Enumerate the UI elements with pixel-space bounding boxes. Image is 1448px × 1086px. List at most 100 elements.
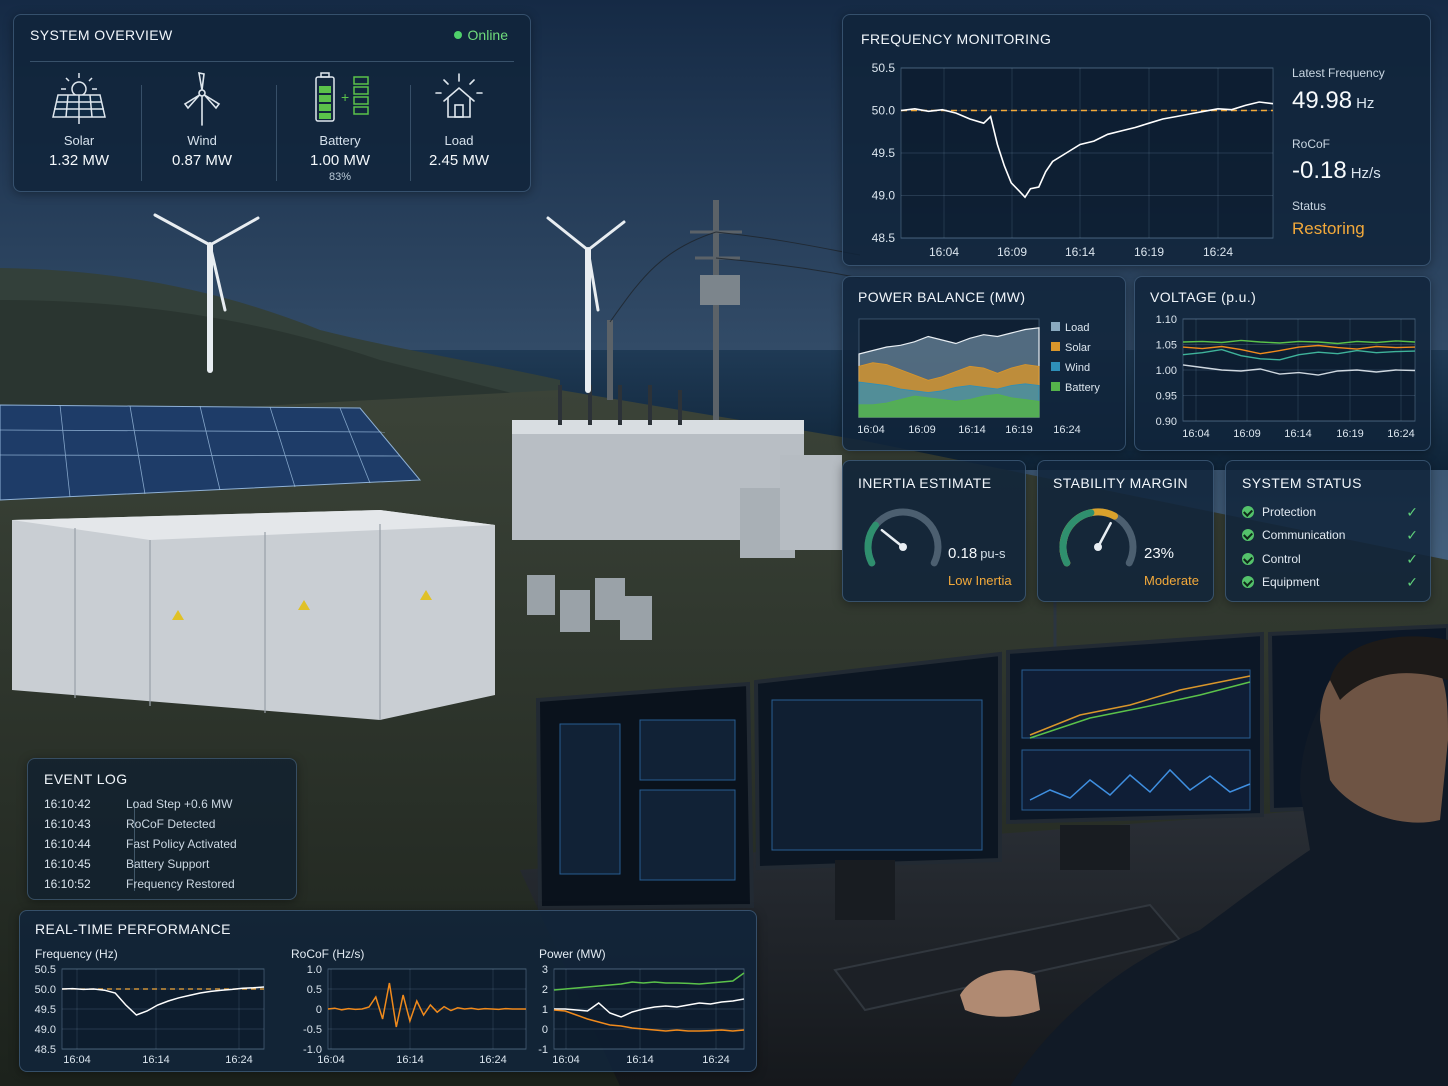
- check-circle-icon: [1242, 506, 1254, 518]
- wind-label: Wind: [187, 133, 217, 148]
- inertia-number: 0.18: [948, 545, 978, 562]
- legend-label-solar: Solar: [1065, 342, 1091, 354]
- legend-swatch: [1051, 342, 1060, 351]
- y-tick-label: 1.10: [1156, 314, 1177, 326]
- stability-title: STABILITY MARGIN: [1053, 475, 1189, 491]
- event-time: 16:10:44: [44, 837, 91, 851]
- y-tick-label: 50.5: [35, 964, 56, 976]
- legend-swatch: [1051, 382, 1060, 391]
- event-text: RoCoF Detected: [126, 817, 216, 831]
- rt-power-title: Power (MW): [539, 947, 606, 961]
- inertia-title: INERTIA ESTIMATE: [858, 475, 992, 491]
- y-tick-label: 0: [542, 1024, 548, 1036]
- event-row[interactable]: 16:10:52 Frequency Restored: [44, 877, 284, 895]
- status-row-control[interactable]: Control ✓: [1242, 551, 1418, 570]
- y-tick-label: 0.5: [307, 984, 322, 996]
- latest-frequency-unit: Hz: [1356, 95, 1375, 112]
- battery-value: 1.00 MW: [309, 152, 370, 169]
- status-item-label: Equipment: [1262, 575, 1320, 589]
- wind-value: 0.87 MW: [171, 152, 232, 169]
- y-tick-label: 1.05: [1156, 340, 1177, 352]
- x-tick-label: 16:14: [1284, 428, 1312, 440]
- power-balance-panel: POWER BALANCE (MW) 16:04 16:09 16:14 16:19 1…: [842, 276, 1126, 451]
- frequency-monitoring-panel: FREQUENCY MONITORING 48.5 49.0 49.5 50.0 50.…: [842, 14, 1431, 266]
- source-load[interactable]: Load 2.45 MW: [395, 69, 523, 189]
- x-tick-label: 16:14: [626, 1054, 654, 1066]
- stability-gauge-hub: [1094, 543, 1102, 551]
- rt-rocof-chart[interactable]: 1.00.50-0.5-1.016:04 16:14 16:24: [278, 961, 528, 1071]
- realtime-title: REAL-TIME PERFORMANCE: [35, 921, 231, 937]
- battery-label: Battery: [319, 133, 361, 148]
- status-item-label: Communication: [1262, 528, 1346, 542]
- legend-label-battery: Battery: [1065, 382, 1100, 394]
- inertia-gauge-hub: [899, 543, 907, 551]
- solar-value: 1.32 MW: [48, 152, 109, 169]
- house-load-icon: [435, 73, 483, 118]
- x-tick-label: 16:04: [857, 424, 885, 436]
- checkmark-icon: ✓: [1406, 527, 1418, 543]
- status-value: Restoring: [1292, 219, 1365, 238]
- source-battery[interactable]: + Battery 1.00 MW 83%: [276, 69, 404, 189]
- rt-power-chart[interactable]: 3 2 1 0 -1 16:04 16:14 16:24: [526, 961, 746, 1071]
- status-item-label: Protection: [1262, 505, 1317, 519]
- event-log-panel: EVENT LOG 16:10:42 Load Step +0.6 MW 16:1…: [27, 758, 297, 900]
- realtime-performance-panel: REAL-TIME PERFORMANCE Frequency (Hz) RoC…: [19, 910, 757, 1072]
- frequency-chart[interactable]: 48.5 49.0 49.5 50.0 50.5 16:04 16:09 16:14 16:19…: [853, 55, 1293, 265]
- x-tick-label: 16:14: [958, 424, 986, 436]
- status-row-equipment[interactable]: Equipment ✓: [1242, 574, 1418, 593]
- event-row[interactable]: 16:10:43 RoCoF Detected: [44, 817, 284, 835]
- y-tick-label: 3: [542, 964, 548, 976]
- checkmark-icon: ✓: [1406, 574, 1418, 590]
- event-text: Frequency Restored: [126, 877, 235, 891]
- system-status-panel: SYSTEM STATUS Protection ✓ Communication ✓…: [1225, 460, 1431, 602]
- x-tick-label: 16:14: [142, 1054, 170, 1066]
- event-row[interactable]: 16:10:42 Load Step +0.6 MW: [44, 797, 284, 815]
- inertia-gauge-arc: [864, 508, 942, 567]
- system-overview-title: SYSTEM OVERVIEW: [30, 27, 173, 43]
- check-circle-icon: [1242, 529, 1254, 541]
- check-circle-icon: [1242, 576, 1254, 588]
- y-tick-label: 0: [316, 1004, 322, 1016]
- y-tick-label: -0.5: [303, 1024, 322, 1036]
- event-row[interactable]: 16:10:44 Fast Policy Activated: [44, 837, 284, 855]
- x-tick-label: 16:19: [1336, 428, 1364, 440]
- x-tick-label: 16:09: [997, 245, 1027, 259]
- y-tick-label: 49.0: [872, 189, 896, 203]
- event-time: 16:10:52: [44, 877, 91, 891]
- online-label: Online: [467, 27, 508, 43]
- y-tick-label: 50.0: [35, 984, 56, 996]
- status-row-communication[interactable]: Communication ✓: [1242, 527, 1418, 546]
- solar-panel-icon: [52, 73, 106, 124]
- x-tick-label: 16:04: [929, 245, 959, 259]
- y-tick-label: 0.90: [1156, 416, 1177, 428]
- stability-value: 23%: [1144, 545, 1175, 562]
- inertia-value: 0.18 pu-s: [948, 545, 1006, 562]
- event-text: Load Step +0.6 MW: [126, 797, 233, 811]
- status-row-protection[interactable]: Protection ✓: [1242, 504, 1418, 523]
- stability-gauge-needle: [1096, 521, 1112, 549]
- source-wind[interactable]: Wind 0.87 MW: [138, 69, 266, 189]
- rocof-value: -0.18 Hz/s: [1292, 157, 1381, 185]
- event-time: 16:10:45: [44, 857, 91, 871]
- x-tick-label: 16:14: [396, 1054, 424, 1066]
- event-row[interactable]: 16:10:45 Battery Support: [44, 857, 284, 875]
- voltage-panel: VOLTAGE (p.u.) 1.10 1.05 1.00 0.95 0.90 16:04…: [1134, 276, 1431, 451]
- power-balance-chart[interactable]: 16:04 16:09 16:14 16:19 16:24 Load Solar Wind Ba…: [845, 309, 1125, 449]
- inertia-estimate-panel: INERTIA ESTIMATE 0.18 pu-s Low Inertia: [842, 460, 1026, 602]
- system-status-title: SYSTEM STATUS: [1242, 475, 1362, 491]
- checkmark-icon: ✓: [1406, 504, 1418, 520]
- x-tick-label: 16:24: [702, 1054, 730, 1066]
- y-tick-label: 49.5: [872, 146, 896, 160]
- checkmark-icon: ✓: [1406, 551, 1418, 567]
- event-text: Battery Support: [126, 857, 210, 871]
- event-time: 16:10:43: [44, 817, 91, 831]
- x-tick-label: 16:24: [1203, 245, 1233, 259]
- rt-rocof-title: RoCoF (Hz/s): [291, 947, 365, 961]
- y-tick-label: 2: [542, 984, 548, 996]
- source-solar[interactable]: Solar 1.32 MW: [15, 69, 143, 189]
- legend-swatch: [1051, 362, 1060, 371]
- inertia-note: Low Inertia: [948, 573, 1012, 588]
- x-tick-label: 16:14: [1065, 245, 1095, 259]
- voltage-chart[interactable]: 1.10 1.05 1.00 0.95 0.90 16:04 16:09 16:14 16:19…: [1137, 309, 1430, 449]
- rt-frequency-chart[interactable]: 50.5 50.0 49.5 49.0 48.5 16:04 16:14 16:24: [24, 961, 274, 1071]
